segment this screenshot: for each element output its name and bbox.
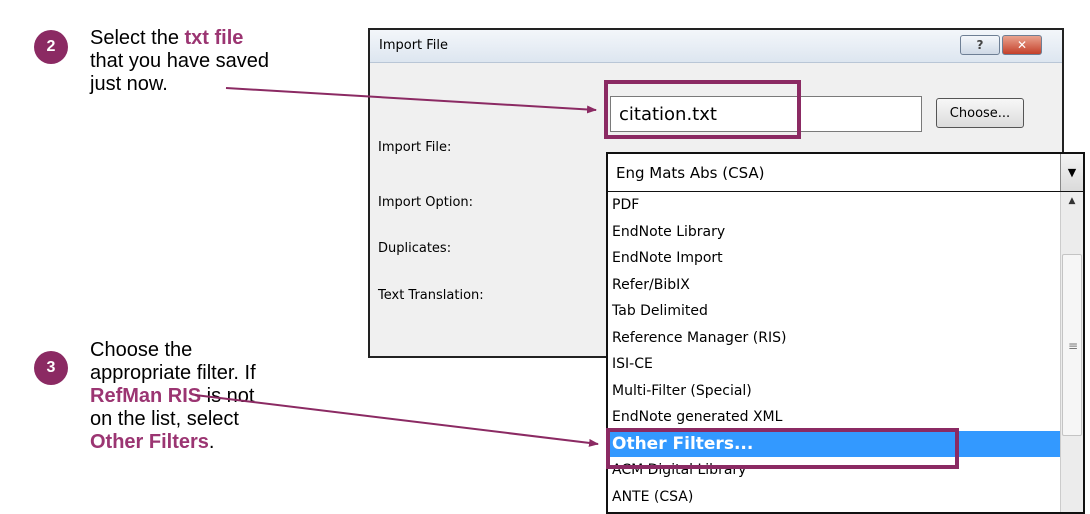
list-item[interactable]: Reference Manager (RIS) — [608, 325, 1063, 352]
list-item[interactable]: ANTE (CSA) — [608, 484, 1063, 511]
step-3-line-3: RefMan RIS is not — [90, 385, 255, 407]
step-2-badge: 2 — [34, 30, 68, 64]
duplicates-label: Duplicates: — [378, 241, 452, 256]
list-item[interactable]: EndNote Import — [608, 245, 1063, 272]
dialog-title: Import File — [379, 38, 449, 53]
step-3-line-4: on the list, select — [90, 408, 239, 430]
close-icon: ✕ — [1016, 38, 1028, 52]
other-filters-callout-box — [606, 428, 959, 469]
import-option-label: Import Option: — [378, 195, 474, 210]
file-input-callout-box — [604, 80, 801, 139]
step-3-line-2: appropriate filter. If — [90, 362, 256, 384]
list-item[interactable]: EndNote Library — [608, 219, 1063, 246]
dropdown-arrow-button[interactable]: ▼ — [1060, 154, 1083, 191]
close-button[interactable]: ✕ — [1002, 35, 1042, 55]
scroll-up-icon[interactable]: ▲ — [1061, 196, 1083, 206]
list-item[interactable]: Tab Delimited — [608, 298, 1063, 325]
scroll-thumb[interactable]: ≡ — [1062, 254, 1082, 436]
step-3-line-1: Choose the — [90, 339, 193, 361]
step-3-line-5: Other Filters. — [90, 431, 215, 453]
import-option-value: Eng Mats Abs (CSA) — [616, 164, 765, 182]
step-2-line-2: that you have saved — [90, 50, 270, 72]
list-scrollbar[interactable]: ▲ ≡ — [1060, 192, 1083, 512]
list-item[interactable]: Refer/BibIX — [608, 272, 1063, 299]
step-2-instruction: Select the txt file that you have saved … — [90, 27, 269, 96]
import-option-select[interactable]: Eng Mats Abs (CSA) ▼ — [606, 152, 1085, 193]
help-button[interactable]: ? — [960, 35, 1000, 55]
step-3-badge: 3 — [34, 351, 68, 385]
list-item[interactable]: ISI-CE — [608, 351, 1063, 378]
import-file-label: Import File: — [378, 140, 452, 155]
list-item[interactable]: PDF — [608, 192, 1063, 219]
scroll-grip-icon: ≡ — [1068, 339, 1079, 353]
list-item[interactable]: EndNote generated XML — [608, 404, 1063, 431]
text-translation-label: Text Translation: — [378, 288, 484, 303]
step-3-instruction: Choose the appropriate filter. If RefMan… — [90, 339, 256, 454]
list-item[interactable]: Multi-Filter (Special) — [608, 378, 1063, 405]
help-icon: ? — [976, 38, 984, 52]
chevron-down-icon: ▼ — [1067, 166, 1077, 179]
choose-button[interactable]: Choose... — [936, 98, 1024, 128]
step-2-line-3: just now. — [90, 73, 168, 95]
step-2-line-1: Select the txt file — [90, 27, 244, 49]
dialog-titlebar[interactable]: Import File ? ✕ — [370, 30, 1062, 63]
